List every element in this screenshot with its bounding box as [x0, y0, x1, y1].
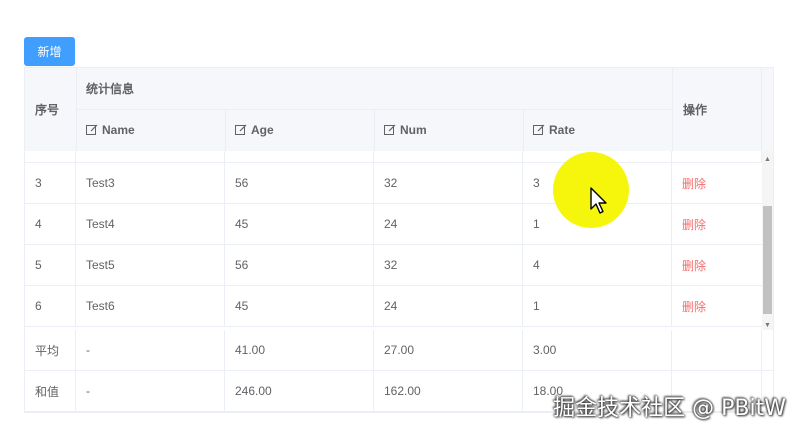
header-index: 序号 [35, 103, 60, 117]
mouse-pointer-icon [590, 187, 607, 214]
summary-label: 平均 [25, 330, 76, 370]
summary-name: - [76, 371, 225, 411]
row-age: 56 [225, 163, 374, 203]
scroll-up-arrow-icon[interactable]: ▲ [762, 154, 773, 164]
divider [225, 109, 226, 151]
row-name: Test3 [76, 163, 225, 203]
edit-icon [86, 124, 98, 135]
row-age: 45 [225, 204, 374, 244]
summary-row: 平均 - 41.00 27.00 3.00 [25, 330, 773, 371]
delete-button[interactable]: 删除 [682, 216, 706, 233]
row-age: 45 [225, 286, 374, 326]
table-row: 5 Test5 56 32 4 删除 [25, 245, 762, 286]
divider [761, 68, 762, 151]
vertical-scrollbar[interactable]: ▲ ▼ [762, 151, 773, 330]
edit-icon [384, 124, 396, 135]
row-name: Test6 [76, 286, 225, 326]
table-cell [374, 151, 523, 162]
header-num-label: Num [400, 123, 427, 137]
row-num: 24 [374, 204, 523, 244]
row-actions: 删除 [672, 163, 762, 203]
divider [76, 109, 672, 110]
row-num: 32 [374, 245, 523, 285]
row-num: 24 [374, 286, 523, 326]
row-index: 4 [25, 204, 76, 244]
divider [523, 109, 524, 151]
table-row: 3 Test3 56 32 3 删除 [25, 163, 762, 204]
header-num[interactable]: Num [374, 109, 523, 151]
edit-icon [533, 124, 545, 135]
add-button[interactable]: 新增 [24, 37, 75, 66]
summary-name: - [76, 330, 225, 370]
row-age: 56 [225, 245, 374, 285]
summary-rate: 3.00 [523, 330, 672, 370]
row-rate: 1 [523, 286, 672, 326]
header-age-label: Age [251, 123, 274, 137]
row-actions: 删除 [672, 245, 762, 285]
edit-icon [235, 124, 247, 135]
row-index: 6 [25, 286, 76, 326]
row-actions: 删除 [672, 204, 762, 244]
table-header: 序号 统计信息 Name Age Num Rate 操作 [25, 68, 773, 152]
data-table: 序号 统计信息 Name Age Num Rate 操作 3 Test3 56 … [24, 67, 774, 413]
table-cell [672, 151, 762, 162]
row-actions: 删除 [672, 286, 762, 326]
row-num: 32 [374, 163, 523, 203]
table-body[interactable]: 3 Test3 56 32 3 删除 4 Test4 45 24 1 删除 5 … [25, 151, 762, 330]
row-rate: 4 [523, 245, 672, 285]
table-row: 4 Test4 45 24 1 删除 [25, 204, 762, 245]
header-group-stats: 统计信息 [86, 82, 135, 96]
row-name: Test5 [76, 245, 225, 285]
table-cell [25, 151, 76, 162]
header-name-label: Name [102, 123, 135, 137]
table-cell [225, 151, 374, 162]
scrollbar-thumb[interactable] [763, 206, 772, 314]
divider [672, 68, 673, 151]
row-index: 5 [25, 245, 76, 285]
summary-num: 162.00 [374, 371, 523, 411]
row-name: Test4 [76, 204, 225, 244]
watermark-text: 掘金技术社区 @ PBitW [553, 396, 786, 421]
summary-age: 246.00 [225, 371, 374, 411]
header-age[interactable]: Age [225, 109, 374, 151]
header-rate-label: Rate [549, 123, 576, 137]
summary-num: 27.00 [374, 330, 523, 370]
table-cell [76, 151, 225, 162]
summary-label: 和值 [25, 371, 76, 411]
header-rate[interactable]: Rate [523, 109, 673, 151]
summary-actions [672, 330, 762, 370]
divider [374, 109, 375, 151]
header-name[interactable]: Name [76, 109, 225, 151]
delete-button[interactable]: 删除 [682, 175, 706, 192]
scroll-down-arrow-icon[interactable]: ▼ [762, 320, 773, 330]
summary-age: 41.00 [225, 330, 374, 370]
header-actions: 操作 [683, 103, 708, 117]
table-row [25, 151, 762, 163]
row-index: 3 [25, 163, 76, 203]
delete-button[interactable]: 删除 [682, 298, 706, 315]
delete-button[interactable]: 删除 [682, 257, 706, 274]
table-row: 6 Test6 45 24 1 删除 [25, 286, 762, 327]
